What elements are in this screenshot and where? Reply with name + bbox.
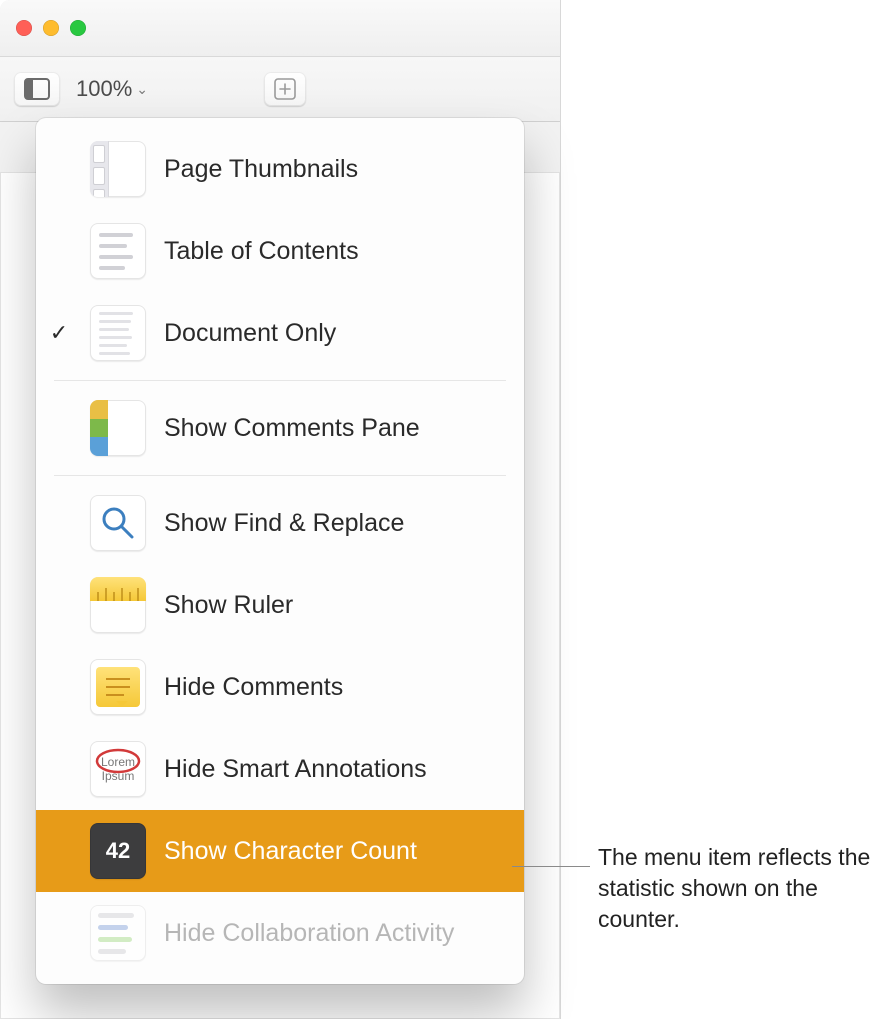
menu-item-show-ruler[interactable]: Show Ruler	[36, 564, 524, 646]
menu-item-hide-collaboration-activity: Hide Collaboration Activity	[36, 892, 524, 974]
checkmark-icon: ✓	[46, 320, 72, 346]
menu-label: Show Find & Replace	[164, 509, 506, 538]
menu-label: Show Ruler	[164, 591, 506, 620]
comment-icon	[90, 659, 146, 715]
menu-item-hide-comments[interactable]: Hide Comments	[36, 646, 524, 728]
zoom-window-button[interactable]	[70, 20, 86, 36]
document-only-icon	[90, 305, 146, 361]
toolbar: 100% ⌄	[0, 57, 560, 122]
table-of-contents-icon	[90, 223, 146, 279]
menu-separator	[54, 380, 506, 381]
sidebar-icon	[24, 78, 50, 100]
menu-label: Hide Smart Annotations	[164, 755, 506, 784]
plus-icon	[274, 78, 296, 100]
zoom-level-dropdown[interactable]: 100% ⌄	[76, 76, 148, 102]
comments-pane-icon	[90, 400, 146, 456]
character-count-value: 42	[106, 838, 130, 864]
menu-label: Show Character Count	[164, 837, 506, 866]
menu-item-show-comments-pane[interactable]: Show Comments Pane	[36, 387, 524, 469]
callout-text: The menu item reflects the statistic sho…	[598, 842, 878, 935]
close-window-button[interactable]	[16, 20, 32, 36]
minimize-window-button[interactable]	[43, 20, 59, 36]
view-menu: Page Thumbnails Table of Contents ✓ Docu…	[36, 118, 524, 984]
add-button[interactable]	[264, 72, 306, 106]
menu-label: Show Comments Pane	[164, 414, 506, 443]
menu-item-show-character-count[interactable]: 42 Show Character Count	[36, 810, 524, 892]
page-thumbnails-icon	[90, 141, 146, 197]
annot-sample-1: Lorem	[101, 755, 135, 769]
menu-label: Page Thumbnails	[164, 155, 506, 184]
collaboration-activity-icon	[90, 905, 146, 961]
view-menu-button[interactable]	[14, 72, 60, 106]
menu-item-show-find-replace[interactable]: Show Find & Replace	[36, 482, 524, 564]
menu-label: Hide Comments	[164, 673, 506, 702]
menu-label: Table of Contents	[164, 237, 506, 266]
annot-sample-2: Ipsum	[102, 769, 135, 783]
menu-item-hide-smart-annotations[interactable]: Lorem Ipsum Hide Smart Annotations	[36, 728, 524, 810]
smart-annotations-icon: Lorem Ipsum	[90, 741, 146, 797]
character-count-icon: 42	[90, 823, 146, 879]
title-bar	[0, 0, 560, 57]
menu-label: Hide Collaboration Activity	[164, 919, 506, 948]
menu-item-document-only[interactable]: ✓ Document Only	[36, 292, 524, 374]
chevron-down-icon: ⌄	[136, 81, 148, 98]
callout-connector	[512, 866, 590, 867]
menu-label: Document Only	[164, 319, 506, 348]
ruler-icon	[90, 577, 146, 633]
search-icon	[90, 495, 146, 551]
menu-separator	[54, 475, 506, 476]
zoom-level-value: 100%	[76, 76, 132, 102]
menu-item-page-thumbnails[interactable]: Page Thumbnails	[36, 128, 524, 210]
menu-item-table-of-contents[interactable]: Table of Contents	[36, 210, 524, 292]
